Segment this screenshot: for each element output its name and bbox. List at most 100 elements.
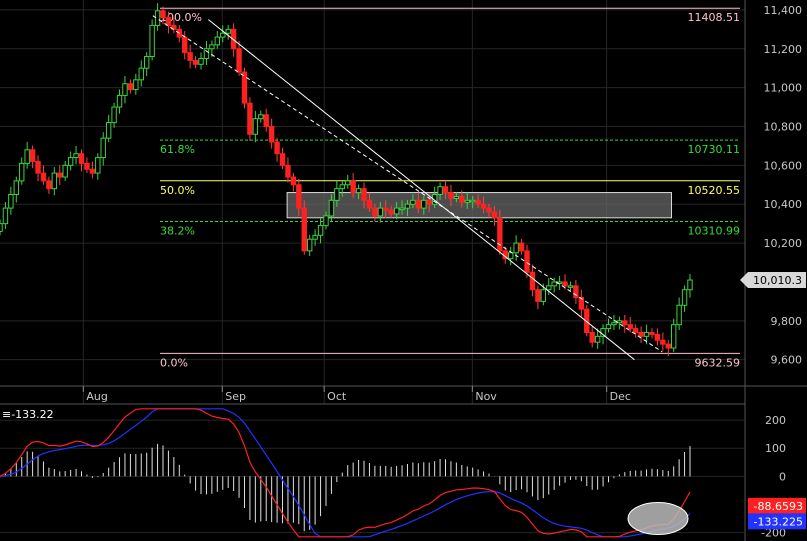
candle-body <box>116 94 123 108</box>
price-tick-label: 10,600 <box>764 159 803 172</box>
candle-body <box>665 343 671 349</box>
candle-body <box>40 172 47 182</box>
candle-body <box>589 331 595 343</box>
candle-body <box>57 172 63 178</box>
candle-body <box>13 180 19 196</box>
price-tick-label: 11,200 <box>764 43 803 56</box>
fib-level-label: 61.8% <box>160 143 195 156</box>
candle-body <box>632 328 639 333</box>
candle-body <box>317 225 324 236</box>
candle-body <box>535 289 541 302</box>
price-tick-label: 9,800 <box>771 315 803 328</box>
osc-highlight-ellipse <box>627 502 689 535</box>
candle-body <box>165 17 172 26</box>
candle-body <box>306 238 313 252</box>
fib-level-label: 50.0% <box>160 184 195 197</box>
candle-body <box>182 36 188 54</box>
candle-body <box>475 199 481 205</box>
candle-body <box>562 281 568 287</box>
candle-body <box>404 203 411 209</box>
candle-body <box>301 207 307 252</box>
candle-body <box>84 162 90 170</box>
price-tick-label: 10,400 <box>764 198 803 211</box>
candle-body <box>643 331 650 337</box>
candle-body <box>51 172 58 190</box>
candle-body <box>573 285 579 298</box>
candle-body <box>225 28 231 34</box>
candle-body <box>122 83 128 96</box>
candle-body <box>296 184 302 209</box>
price-tick-label: 9,600 <box>771 354 803 367</box>
candle-body <box>508 252 514 260</box>
fib-level-value: 10730.11 <box>688 143 741 156</box>
chart-background <box>0 0 807 541</box>
osc-tick-label: 200 <box>765 414 786 427</box>
stock-chart: 100.0% 11408.5161.8% 10730.1150.0% 10520.55… <box>0 0 807 541</box>
candle-body <box>660 339 666 345</box>
candle-body <box>361 188 367 201</box>
candle-body <box>513 242 519 254</box>
fib-level-value: 11408.51 <box>688 11 741 24</box>
candle-body <box>469 199 476 203</box>
date-label: Oct <box>327 390 347 403</box>
price-tick-label: 10,800 <box>764 120 803 133</box>
candle-body <box>399 207 405 211</box>
candle-body <box>127 83 134 91</box>
candle-body <box>8 194 14 209</box>
candle-body <box>649 331 655 335</box>
last-price-label: 10,010.3 <box>753 274 802 287</box>
candle-body <box>100 137 106 159</box>
fib-level-label: 0.0% <box>160 356 188 369</box>
candle-body <box>268 125 275 143</box>
candle-body <box>67 157 74 166</box>
candle-body <box>154 10 161 26</box>
candle-body <box>676 304 682 326</box>
candle-body <box>192 59 199 65</box>
fib-level-label: 38.2% <box>160 225 195 238</box>
candle-body <box>426 199 432 205</box>
candle-body <box>198 57 204 65</box>
candle-body <box>415 199 422 209</box>
candle-body <box>285 164 291 178</box>
candle-body <box>540 289 547 302</box>
candle-body <box>247 102 253 135</box>
date-label: Dec <box>610 390 631 403</box>
candle-body <box>312 234 318 240</box>
candle-body <box>290 176 297 186</box>
price-tick-label: 11,400 <box>764 4 803 17</box>
candle-body <box>328 199 335 217</box>
candle-body <box>448 192 454 199</box>
candle-body <box>671 324 677 349</box>
candle-body <box>345 180 351 186</box>
osc-tick-label: 0 <box>779 470 786 483</box>
candle-body <box>35 160 41 174</box>
fib-level-value: 10310.99 <box>688 225 741 238</box>
candle-body <box>236 48 242 73</box>
candle-body <box>421 199 427 209</box>
candle-body <box>105 122 112 139</box>
osc-title: ≡-133.22 <box>2 408 54 421</box>
candle-body <box>491 211 498 219</box>
candle-body <box>138 67 144 81</box>
candle-body <box>209 44 215 50</box>
candle-body <box>73 153 79 159</box>
date-label: Sep <box>225 390 246 403</box>
candle-body <box>29 149 36 162</box>
candle-body <box>464 199 470 203</box>
candle-body <box>334 188 340 201</box>
candle-body <box>567 285 574 288</box>
candle-body <box>622 320 628 326</box>
candle-body <box>46 180 52 190</box>
candle-body <box>594 335 601 343</box>
candle-body <box>323 215 329 227</box>
candle-body <box>486 207 492 213</box>
date-label: Aug <box>86 390 107 403</box>
candle-body <box>627 324 633 330</box>
candle-body <box>638 331 644 337</box>
osc-tick-label: 100 <box>765 442 786 455</box>
candle-body <box>551 281 557 287</box>
candle-body <box>355 188 362 194</box>
candle-body <box>160 10 166 19</box>
candle-body <box>410 199 416 205</box>
candle-body <box>89 168 96 174</box>
